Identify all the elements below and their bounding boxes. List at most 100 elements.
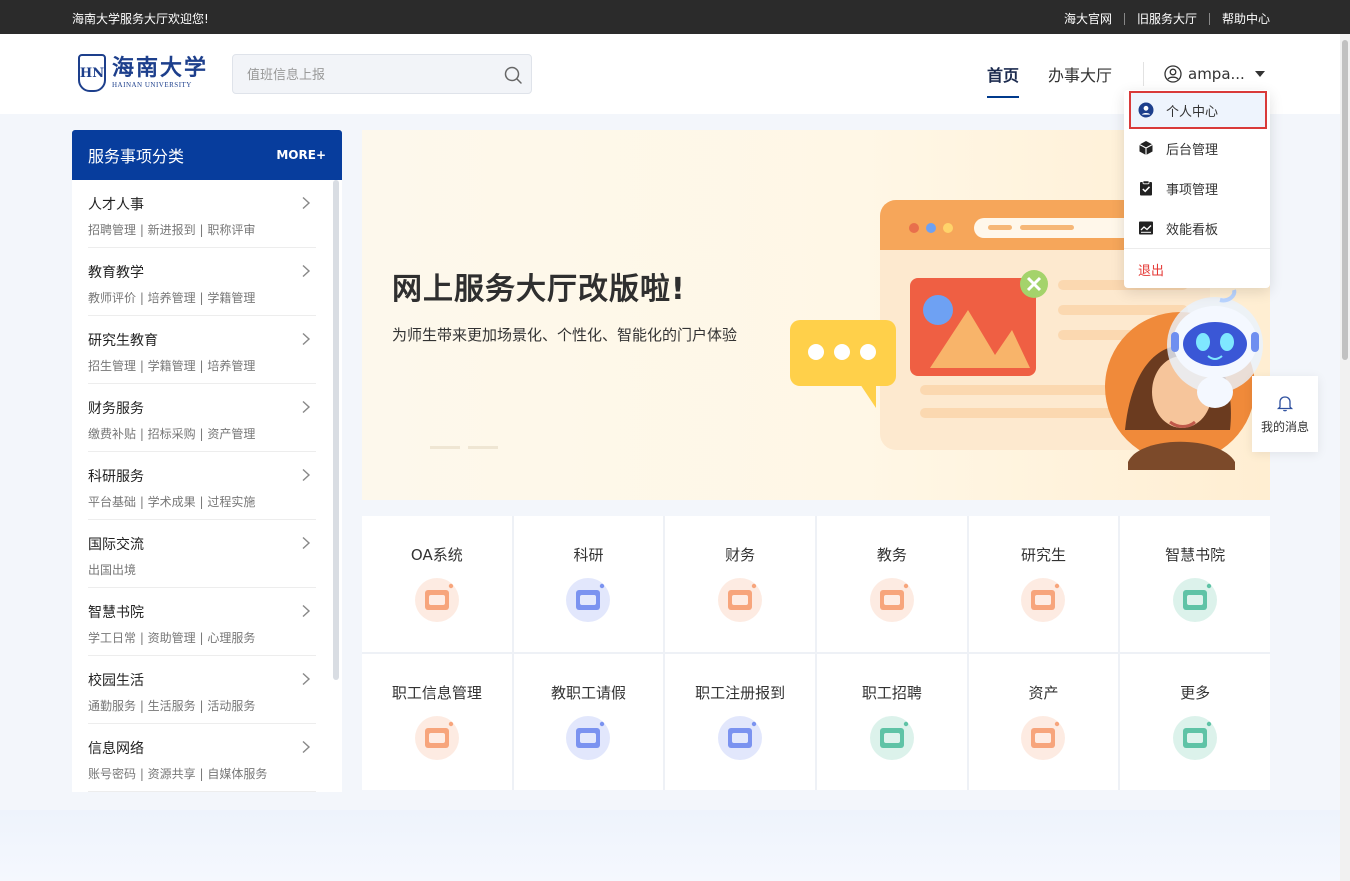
category-subitems[interactable]: 平台基础 | 学术成果 | 过程实施 (88, 493, 255, 510)
nav-home-link[interactable]: 首页 (987, 62, 1019, 86)
service-label: OA系统 (410, 546, 463, 564)
category-subitems[interactable]: 招生管理 | 学籍管理 | 培养管理 (88, 357, 255, 374)
service-tile[interactable]: 职工信息管理 (362, 654, 512, 790)
category-title[interactable]: 智慧书院 (88, 602, 144, 622)
divider (1124, 248, 1270, 249)
service-label: 研究生 (1020, 546, 1066, 564)
service-label: 资产 (1028, 684, 1059, 702)
category-item[interactable]: 信息网络账号密码 | 资源共享 | 自媒体服务 (88, 724, 316, 792)
category-subitems[interactable]: 缴费补贴 | 招标采购 | 资产管理 (88, 425, 255, 442)
category-item[interactable]: 国际交流 出国出境 (88, 520, 316, 588)
page-scrollbar[interactable] (1340, 34, 1350, 881)
category-title[interactable]: 人才人事 (88, 194, 144, 214)
carousel-dot[interactable] (468, 446, 498, 449)
category-item[interactable]: 校园生活通勤服务 | 生活服务 | 活动服务 (88, 656, 316, 724)
nav-service-hall-link[interactable]: 办事大厅 (1048, 62, 1112, 86)
category-subitems[interactable]: 账号密码 | 资源共享 | 自媒体服务 (88, 765, 267, 782)
chevron-down-icon (1254, 71, 1265, 77)
category-title[interactable]: 国际交流 (88, 534, 144, 554)
logout-label: 退出 (1138, 263, 1165, 279)
chevron-right-icon[interactable] (300, 332, 312, 346)
link-old-service-hall[interactable]: 旧服务大厅 (1137, 10, 1197, 27)
service-tile[interactable]: 职工招聘 (817, 654, 967, 790)
category-title[interactable]: 财务服务 (88, 398, 144, 418)
service-tile[interactable]: 更多 (1120, 654, 1270, 790)
more-link[interactable]: MORE+ (276, 148, 326, 162)
category-subitems[interactable]: 通勤服务 | 生活服务 | 活动服务 (88, 697, 255, 714)
service-label: 职工信息管理 (391, 684, 482, 702)
category-scrollbar[interactable] (333, 180, 339, 680)
chevron-right-icon[interactable] (300, 196, 312, 210)
top-links: 海大官网 旧服务大厅 帮助中心 (1064, 10, 1270, 27)
service-label: 职工注册报到 (695, 684, 786, 702)
user-icon (1164, 65, 1182, 83)
recruit-icon (869, 716, 914, 760)
carousel-dot[interactable] (430, 446, 460, 449)
welcome-text: 海南大学服务大厅欢迎您! (72, 12, 209, 26)
chevron-right-icon[interactable] (300, 740, 312, 754)
category-item[interactable]: 科研服务平台基础 | 学术成果 | 过程实施 (88, 452, 316, 520)
service-tile[interactable]: OA系统 (362, 516, 512, 652)
link-official-site[interactable]: 海大官网 (1064, 10, 1112, 27)
finance-icon (718, 578, 763, 622)
category-subitems[interactable]: 出国出境 (88, 561, 136, 578)
category-title[interactable]: 信息网络 (88, 738, 144, 758)
category-subitems[interactable]: 教师评价 | 培养管理 | 学籍管理 (88, 289, 255, 306)
category-item[interactable]: 教育教学教师评价 | 培养管理 | 学籍管理 (88, 248, 316, 316)
banner-title: 网上服务大厅改版啦! (392, 272, 686, 307)
logo-name-en: HAINAN UNIVERSITY (112, 81, 192, 89)
search-box (232, 54, 532, 94)
category-item[interactable]: 研究生教育招生管理 | 学籍管理 | 培养管理 (88, 316, 316, 384)
service-tile[interactable]: 职工注册报到 (665, 654, 815, 790)
service-tile[interactable]: 教务 (817, 516, 967, 652)
service-tile[interactable]: 研究生 (968, 516, 1119, 652)
menu-item-admin[interactable]: 后台管理 (1124, 130, 1270, 166)
service-tile[interactable]: 财务 (665, 516, 815, 652)
user-dropdown-menu: 个人中心 后台管理 事项管理 效能看板 退出 (1124, 90, 1270, 288)
chevron-right-icon[interactable] (300, 400, 312, 414)
service-label: 科研 (573, 546, 604, 564)
university-logo[interactable]: HN 海南大学 HAINAN UNIVERSITY (78, 54, 208, 92)
nav-service-hall[interactable]: 办事大厅 (1048, 34, 1112, 114)
banner-subtitle: 为师生带来更加场景化、个性化、智能化的门户体验 (392, 326, 738, 344)
search-input[interactable] (247, 65, 487, 85)
my-messages-button[interactable]: 我的消息 (1252, 376, 1318, 452)
category-subitems[interactable]: 学工日常 | 资助管理 | 心理服务 (88, 629, 255, 646)
search-icon[interactable] (503, 65, 523, 85)
service-tile[interactable]: 科研 (513, 516, 664, 652)
service-tile[interactable]: 资产 (968, 654, 1119, 790)
menu-item-performance-board[interactable]: 效能看板 (1124, 210, 1270, 246)
chevron-right-icon[interactable] (300, 604, 312, 618)
menu-item-logout[interactable]: 退出 (1124, 251, 1270, 287)
category-item[interactable]: 人才人事招聘管理 | 新进报到 | 职称评审 (88, 180, 316, 248)
category-item[interactable]: 财务服务缴费补贴 | 招标采购 | 资产管理 (88, 384, 316, 452)
cube-icon (1139, 141, 1153, 155)
chevron-right-icon[interactable] (300, 264, 312, 278)
link-help-center[interactable]: 帮助中心 (1222, 10, 1270, 27)
page-scrollbar-thumb[interactable] (1342, 40, 1348, 360)
top-bar: 海南大学服务大厅欢迎您! 海大官网 旧服务大厅 帮助中心 (0, 0, 1350, 34)
divider (1123, 12, 1125, 25)
more-icon (1173, 716, 1218, 760)
category-subitems[interactable]: 招聘管理 | 新进报到 | 职称评审 (88, 221, 255, 238)
category-title[interactable]: 科研服务 (88, 466, 144, 486)
chevron-right-icon[interactable] (300, 468, 312, 482)
logo-badge-icon: HN (78, 54, 106, 92)
nav-home[interactable]: 首页 (987, 34, 1020, 114)
chevron-right-icon[interactable] (300, 672, 312, 686)
category-panel-header: 服务事项分类 MORE+ (72, 130, 342, 180)
category-title[interactable]: 校园生活 (88, 670, 144, 690)
category-title[interactable]: 教育教学 (88, 262, 144, 282)
chevron-right-icon[interactable] (300, 536, 312, 550)
oa-icon (414, 578, 459, 622)
category-item[interactable]: 智慧书院学工日常 | 资助管理 | 心理服务 (88, 588, 316, 656)
service-tile[interactable]: 智慧书院 (1120, 516, 1270, 652)
service-tile[interactable]: 教职工请假 (513, 654, 664, 790)
user-menu-toggle[interactable]: ampa... (1164, 62, 1265, 86)
menu-item-personal-center[interactable]: 个人中心 (1129, 91, 1267, 129)
category-title[interactable]: 研究生教育 (88, 330, 158, 350)
service-label: 职工招聘 (861, 684, 922, 702)
service-label: 更多 (1180, 684, 1211, 702)
menu-item-matter-management[interactable]: 事项管理 (1124, 170, 1270, 206)
panel-title: 服务事项分类 (88, 147, 185, 166)
